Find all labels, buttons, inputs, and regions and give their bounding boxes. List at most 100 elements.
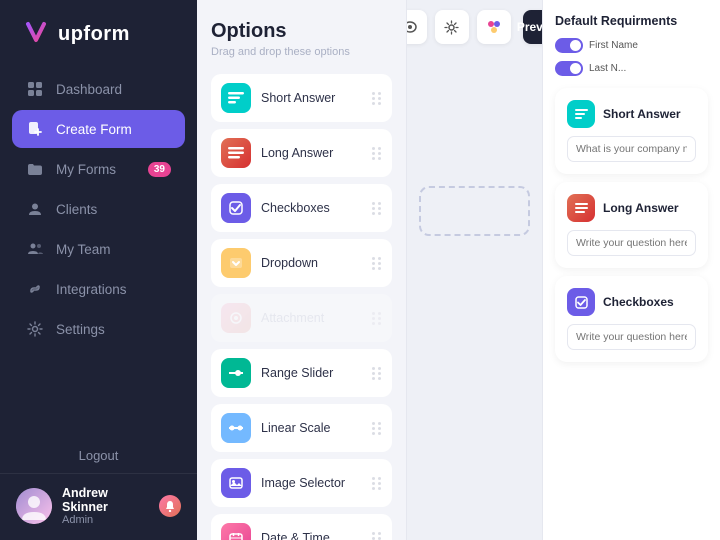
linear-scale-icon	[221, 413, 251, 443]
last-name-toggle[interactable]	[555, 61, 583, 76]
field-card-header: Long Answer	[567, 194, 696, 222]
user-info: Andrew Skinner Admin	[62, 486, 149, 526]
field-card-long-answer: Long Answer	[555, 182, 708, 268]
field-card-short-answer: Short Answer	[555, 88, 708, 174]
short-answer-field-icon	[567, 100, 595, 128]
option-label: Image Selector	[261, 476, 362, 490]
default-requirements-title: Default Requirments	[555, 14, 708, 28]
user-name: Andrew Skinner	[62, 486, 149, 514]
field-card-checkboxes: Checkboxes	[555, 276, 708, 362]
sidebar: upform Dashboard	[0, 0, 197, 540]
users-icon	[26, 240, 44, 258]
options-panel: Options Drag and drop these options Shor…	[197, 0, 407, 540]
sidebar-item-clients[interactable]: Clients	[12, 190, 185, 228]
drag-handle[interactable]	[372, 367, 382, 380]
option-attachment[interactable]: Attachment	[211, 294, 392, 342]
settings-icon	[26, 320, 44, 338]
last-name-toggle-row: Last N...	[555, 61, 708, 76]
drag-handle[interactable]	[372, 257, 382, 270]
sidebar-item-label: My Forms	[56, 162, 116, 177]
sidebar-item-label: Settings	[56, 322, 105, 337]
notification-button[interactable]	[159, 495, 181, 517]
option-dropdown[interactable]: Dropdown	[211, 239, 392, 287]
option-checkboxes[interactable]: Checkboxes	[211, 184, 392, 232]
drag-handle[interactable]	[372, 477, 382, 490]
sidebar-item-label: Dashboard	[56, 82, 122, 97]
option-linear-scale[interactable]: Linear Scale	[211, 404, 392, 452]
option-label: Date & Time	[261, 531, 362, 540]
long-answer-input[interactable]	[567, 230, 696, 256]
sidebar-item-dashboard[interactable]: Dashboard	[12, 70, 185, 108]
checkboxes-input[interactable]	[567, 324, 696, 350]
main-inner: Options Drag and drop these options Shor…	[197, 0, 720, 540]
logo: upform	[0, 0, 197, 66]
main-content: Options Drag and drop these options Shor…	[197, 0, 720, 540]
user-icon	[26, 200, 44, 218]
sidebar-item-settings[interactable]: Settings	[12, 310, 185, 348]
color-button[interactable]	[477, 10, 511, 44]
my-forms-badge: 39	[148, 162, 171, 177]
field-card-header: Short Answer	[567, 100, 696, 128]
image-selector-icon	[221, 468, 251, 498]
canvas-toolbar: Preview	[407, 10, 542, 44]
option-date-time[interactable]: Date & Time	[211, 514, 392, 540]
right-panel: Default Requirments First Name Last N...…	[542, 0, 720, 540]
logo-icon	[20, 18, 52, 50]
drag-handle[interactable]	[372, 312, 382, 325]
drag-handle[interactable]	[372, 202, 382, 215]
logout-button[interactable]: Logout	[0, 438, 197, 473]
date-time-icon	[221, 523, 251, 540]
sidebar-item-label: Clients	[56, 202, 97, 217]
sidebar-item-label: Integrations	[56, 282, 127, 297]
checkboxes-icon	[221, 193, 251, 223]
option-label: Checkboxes	[261, 201, 362, 215]
options-subtitle: Drag and drop these options	[211, 46, 392, 58]
first-name-toggle-row: First Name	[555, 38, 708, 53]
sidebar-item-create-form[interactable]: Create Form	[12, 110, 185, 148]
drop-zone[interactable]	[419, 186, 530, 236]
sidebar-item-my-forms[interactable]: My Forms 39	[12, 150, 185, 188]
dropdown-icon	[221, 248, 251, 278]
option-label: Range Slider	[261, 366, 362, 380]
field-card-header: Checkboxes	[567, 288, 696, 316]
option-range-slider[interactable]: Range Slider	[211, 349, 392, 397]
field-card-title: Checkboxes	[603, 295, 674, 309]
sidebar-nav: Dashboard Create Form My Forms 39	[0, 66, 197, 438]
long-answer-icon	[221, 138, 251, 168]
field-card-title: Long Answer	[603, 201, 679, 215]
avatar	[16, 488, 52, 524]
user-profile: Andrew Skinner Admin	[0, 473, 197, 540]
option-label: Long Answer	[261, 146, 362, 160]
option-short-answer[interactable]: Short Answer	[211, 74, 392, 122]
options-title: Options	[211, 20, 392, 43]
option-label: Short Answer	[261, 91, 362, 105]
option-long-answer[interactable]: Long Answer	[211, 129, 392, 177]
sidebar-item-label: My Team	[56, 242, 111, 257]
range-slider-icon	[221, 358, 251, 388]
first-name-label: First Name	[589, 40, 638, 51]
short-answer-input[interactable]	[567, 136, 696, 162]
first-name-toggle[interactable]	[555, 38, 583, 53]
drag-handle[interactable]	[372, 147, 382, 160]
sidebar-item-integrations[interactable]: Integrations	[12, 270, 185, 308]
sidebar-item-my-team[interactable]: My Team	[12, 230, 185, 268]
option-image-selector[interactable]: Image Selector	[211, 459, 392, 507]
gear-button[interactable]	[435, 10, 469, 44]
drag-handle[interactable]	[372, 532, 382, 540]
option-label: Linear Scale	[261, 421, 362, 435]
drag-handle[interactable]	[372, 422, 382, 435]
file-plus-icon	[26, 120, 44, 138]
attachment-icon	[221, 303, 251, 333]
eye-button[interactable]	[407, 10, 427, 44]
folder-icon	[26, 160, 44, 178]
sidebar-item-label: Create Form	[56, 122, 132, 137]
short-answer-icon	[221, 83, 251, 113]
checkboxes-field-icon	[567, 288, 595, 316]
preview-button[interactable]: Preview	[523, 10, 543, 44]
drag-handle[interactable]	[372, 92, 382, 105]
canvas-area: Preview Attachment	[407, 0, 542, 540]
logo-text: upform	[58, 23, 130, 46]
grid-icon	[26, 80, 44, 98]
long-answer-field-icon	[567, 194, 595, 222]
user-role: Admin	[62, 514, 149, 526]
